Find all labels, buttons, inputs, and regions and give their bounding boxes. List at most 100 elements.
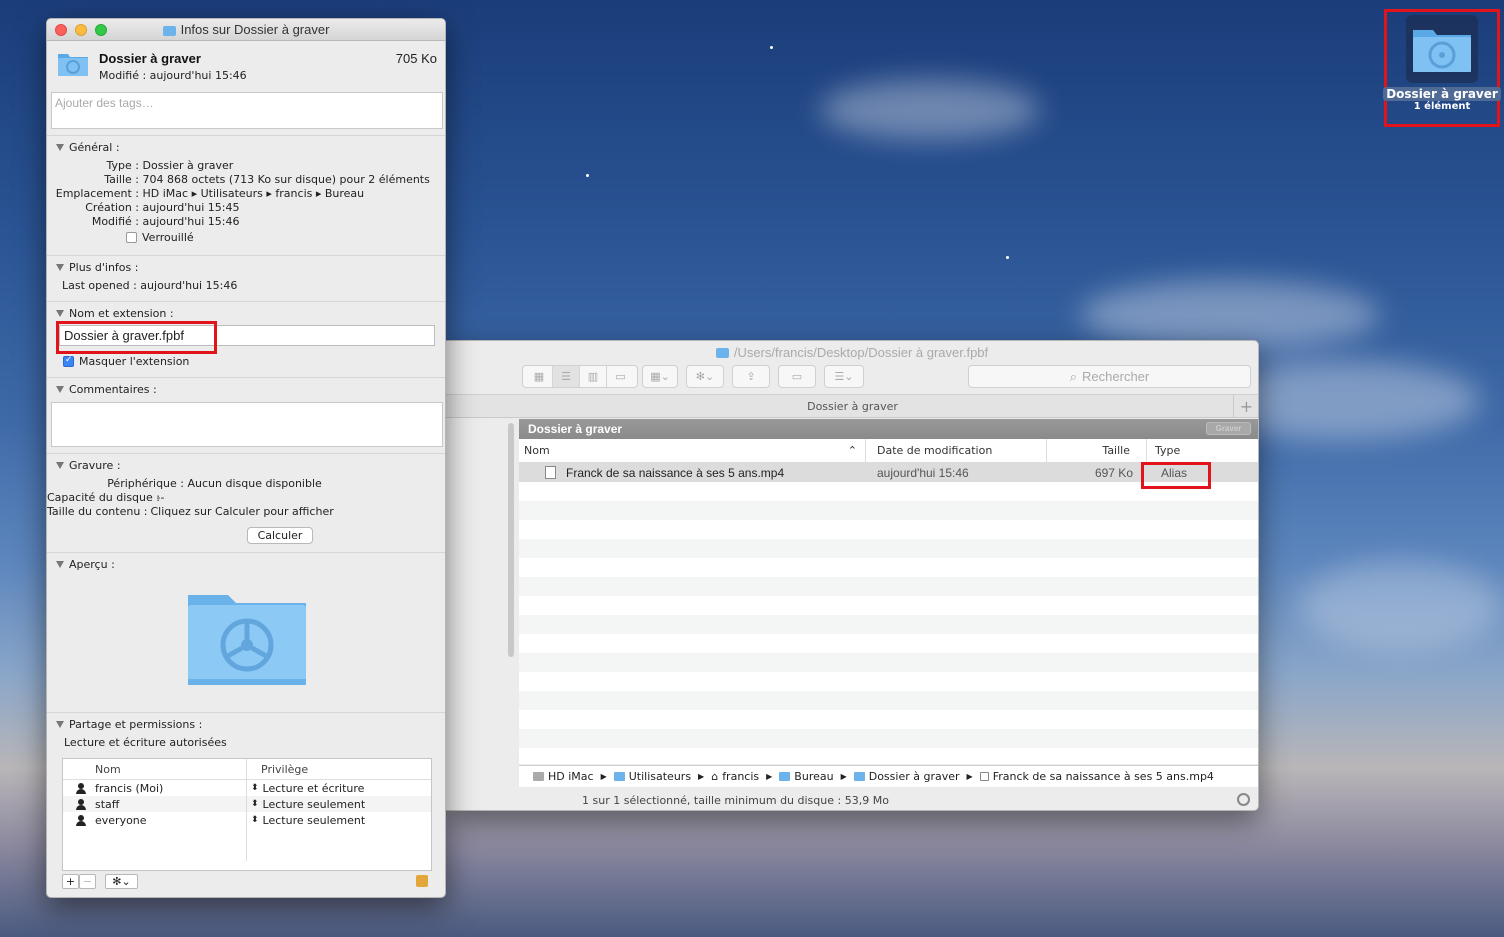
checkbox[interactable] — [63, 355, 74, 367]
disclosure-triangle-icon — [56, 560, 64, 568]
device-value: Aucun disque disponible — [187, 477, 322, 490]
device-key: Périphérique : — [107, 477, 184, 490]
empty-row — [519, 501, 1258, 520]
disclosure-triangle-icon — [56, 263, 64, 271]
view-mode-segmented[interactable]: ▦ ☰ ▥ ▭ — [522, 365, 638, 388]
general-disclosure[interactable]: Général : — [47, 138, 445, 156]
comments-field[interactable] — [51, 402, 443, 447]
calculate-button[interactable]: Calculer — [247, 527, 313, 544]
hide-extension-checkbox[interactable]: Masquer l'extension — [63, 355, 189, 368]
permission-user: everyone — [95, 813, 147, 827]
name-extension-disclosure[interactable]: Nom et extension : — [47, 304, 445, 322]
last-opened: Last opened : aujourd'hui 15:46 — [62, 279, 238, 292]
icon-view-icon[interactable]: ▦ — [526, 366, 553, 387]
locked-label: Verrouillé — [142, 231, 194, 244]
status-bar: 1 sur 1 sélectionné, taille minimum du d… — [446, 788, 1258, 810]
finder-tab[interactable]: Dossier à graver + — [446, 394, 1258, 418]
permissions-action-button[interactable]: ✻⌄ — [105, 874, 138, 889]
folder-icon — [613, 772, 625, 781]
updown-icon: ⬍ — [251, 783, 259, 793]
scrollbar[interactable] — [508, 423, 514, 657]
preview-disclosure[interactable]: Aperçu : — [47, 555, 445, 573]
home-icon: ⌂ — [711, 770, 719, 783]
locked-checkbox[interactable]: Verrouillé — [126, 231, 194, 244]
burn-folder-preview-icon — [188, 595, 306, 685]
permission-privilege[interactable]: Lecture seulement — [263, 798, 366, 811]
close-button[interactable] — [55, 24, 67, 36]
path-item[interactable]: Bureau — [794, 770, 833, 783]
tags-field[interactable]: Ajouter des tags… — [51, 92, 443, 129]
tags-button[interactable]: ▭ — [778, 365, 816, 388]
star — [770, 46, 773, 49]
checkbox[interactable] — [126, 232, 137, 243]
status-text: 1 sur 1 sélectionné, taille minimum du d… — [582, 793, 889, 807]
path-item[interactable]: francis — [722, 770, 759, 783]
column-date[interactable]: Date de modification — [866, 439, 1047, 462]
type-value: Dossier à graver — [142, 159, 234, 172]
more-info-section: Plus d'infos : — [47, 255, 445, 301]
comments-disclosure[interactable]: Commentaires : — [47, 380, 445, 398]
lock-icon[interactable] — [416, 875, 428, 887]
arrange-button[interactable]: ▦⌄ — [642, 365, 678, 388]
burning-disclosure[interactable]: Gravure : — [47, 456, 445, 474]
highlight-box — [56, 321, 217, 354]
path-item[interactable]: Dossier à graver — [869, 770, 960, 783]
folder-icon — [162, 25, 176, 36]
permission-user: staff — [95, 797, 120, 811]
refresh-icon[interactable] — [1237, 793, 1250, 806]
column-name[interactable]: Nom — [63, 759, 247, 779]
share-button[interactable]: ⇪ — [732, 365, 770, 388]
cloud — [1300, 560, 1500, 650]
list-view-icon[interactable]: ☰ — [553, 366, 580, 387]
path-item[interactable]: Franck de sa naissance à ses 5 ans.mp4 — [993, 770, 1214, 783]
burn-button[interactable]: Graver — [1206, 422, 1251, 435]
search-field[interactable]: ⌕ Rechercher — [968, 365, 1251, 388]
column-view-icon[interactable]: ▥ — [580, 366, 607, 387]
disclosure-triangle-icon — [56, 309, 64, 317]
file-date: aujourd'hui 15:46 — [877, 465, 969, 480]
action-gear-button[interactable]: ✻⌄ — [686, 365, 724, 388]
column-size[interactable]: Taille — [1047, 439, 1147, 462]
window-title: Infos sur Dossier à graver — [180, 22, 330, 37]
search-placeholder: Rechercher — [1082, 369, 1150, 384]
path-bar: HD iMac ▶ Utilisateurs ▶ ⌂ francis ▶ Bureau ▶… — [519, 765, 1258, 787]
empty-row — [519, 672, 1258, 691]
more-info-disclosure[interactable]: Plus d'infos : — [47, 258, 445, 276]
burn-folder-header: Dossier à graver Graver — [519, 419, 1258, 439]
sharing-heading: Partage et permissions : — [69, 717, 203, 731]
preview-heading: Aperçu : — [69, 557, 115, 571]
empty-row — [519, 691, 1258, 710]
permission-privilege[interactable]: Lecture seulement — [263, 814, 366, 827]
path-item[interactable]: HD iMac — [548, 770, 594, 783]
size-value: 704 868 octets (713 Ko sur disque) pour … — [142, 173, 430, 186]
permission-row[interactable]: staff ⬍ Lecture seulement — [63, 796, 431, 812]
column-name-label: Nom — [524, 444, 550, 457]
finder-title: /Users/francis/Desktop/Dossier à graver.… — [733, 344, 989, 360]
disclosure-triangle-icon — [56, 385, 64, 393]
desktop-folder-icon[interactable]: Dossier à graver 1 élément — [1383, 9, 1501, 127]
zoom-button[interactable] — [95, 24, 107, 36]
path-item[interactable]: Utilisateurs — [629, 770, 691, 783]
size-key: Taille : — [104, 173, 139, 186]
general-heading: Général : — [69, 140, 120, 154]
sharing-summary: Lecture et écriture autorisées — [64, 736, 227, 749]
list-options-button[interactable]: ☰⌄ — [824, 365, 864, 388]
permissions-table: Nom Privilège francis (Moi) ⬍ Lecture et … — [62, 758, 432, 871]
coverflow-view-icon[interactable]: ▭ — [607, 366, 634, 387]
add-user-button[interactable]: + — [62, 874, 79, 889]
minimize-button[interactable] — [75, 24, 87, 36]
permission-privilege[interactable]: Lecture et écriture — [263, 782, 365, 795]
column-privilege[interactable]: Privilège — [247, 759, 308, 779]
remove-user-button[interactable]: − — [79, 874, 96, 889]
sharing-disclosure[interactable]: Partage et permissions : — [47, 715, 445, 733]
permission-row[interactable]: everyone ⬍ Lecture seulement — [63, 812, 431, 828]
permission-row[interactable]: francis (Moi) ⬍ Lecture et écriture — [63, 780, 431, 796]
folder-icon — [715, 348, 729, 358]
capacity-key: Capacité du disque : — [47, 491, 160, 504]
column-type[interactable]: Type — [1147, 439, 1258, 462]
finder-titlebar: /Users/francis/Desktop/Dossier à graver.… — [446, 341, 1258, 363]
new-tab-button[interactable]: + — [1233, 395, 1258, 418]
disclosure-triangle-icon — [56, 143, 64, 151]
column-name[interactable]: Nom ⌃ — [519, 439, 866, 462]
empty-row — [519, 596, 1258, 615]
